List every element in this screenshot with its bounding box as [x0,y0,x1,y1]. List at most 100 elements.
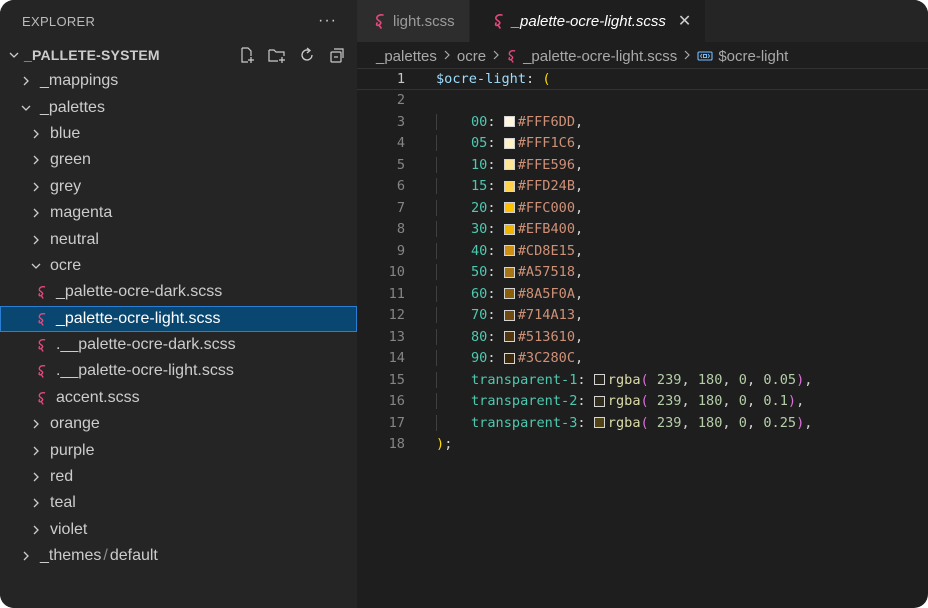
sass-file-icon [373,13,387,29]
tree-folder[interactable]: magenta [0,200,357,226]
code-line[interactable]: 16 transparent-2: rgba( 239, 180, 0, 0.1)… [357,391,928,413]
sass-file-icon [506,49,518,63]
line-number: 1 [396,70,405,87]
chevron-right-icon [28,418,44,430]
indent-guide [436,371,437,388]
code-line[interactable]: 1 $ocre-light: ( [357,68,928,90]
line-number: 11 [388,285,405,302]
tab-light-scss[interactable]: light.scss [357,0,470,42]
code-punctuation: , [575,156,584,173]
code-line[interactable]: 13 80: #513610, [357,326,928,348]
tree-folder[interactable]: _mappings [0,68,357,94]
indent-guide [436,414,437,431]
tree-folder[interactable]: neutral [0,226,357,252]
more-actions-icon[interactable]: ··· [318,12,337,30]
breadcrumb-symbol[interactable]: $ocre-light [718,48,788,65]
tree-folder[interactable]: red [0,464,357,490]
code-line[interactable]: 2 [357,90,928,112]
tab-palette-ocre-light[interactable]: _palette-ocre-light.scss ✕ [469,0,707,42]
color-swatch[interactable] [503,245,515,257]
tree-file[interactable]: _palette-ocre-dark.scss [0,279,357,305]
color-swatch[interactable] [503,202,515,214]
tab-label: _palette-ocre-light.scss [511,12,666,30]
code-punctuation: : [577,371,594,388]
color-swatch[interactable] [593,417,605,429]
tree-folder[interactable]: grey [0,174,357,200]
code-line[interactable]: 18); [357,434,928,456]
tree-folder[interactable]: _themes / default [0,543,357,569]
breadcrumb-item[interactable]: ocre [457,48,486,65]
color-swatch[interactable] [503,331,515,343]
hex-value: #513610 [517,328,576,345]
close-icon[interactable]: ✕ [678,11,691,31]
code-line[interactable]: 4 05: #FFF1C6, [357,133,928,155]
tree-file[interactable]: .__palette-ocre-dark.scss [0,332,357,358]
indent-guide [436,264,437,281]
color-swatch[interactable] [503,180,515,192]
color-swatch[interactable] [503,137,515,149]
number-literal: 0 [730,371,747,388]
code-content: 05: #FFF1C6, [436,135,583,152]
tree-folder[interactable]: _palettes [0,94,357,120]
number-literal: 180 [689,371,723,388]
tree-item-label: teal [50,494,76,512]
tree-item-label: accent.scss [56,388,140,406]
collapse-all-icon[interactable] [327,45,347,65]
map-key: transparent-3 [471,414,578,431]
code-line[interactable]: 17 transparent-3: rgba( 239, 180, 0, 0.25… [357,412,928,434]
tree-folder[interactable]: orange [0,411,357,437]
tree-item-label: .__palette-ocre-dark.scss [56,336,236,354]
tree-folder[interactable]: green [0,147,357,173]
sass-file-icon [34,337,50,353]
map-key: 90 [471,350,488,367]
color-swatch[interactable] [593,374,605,386]
tree-file[interactable]: _palette-ocre-light.scss [0,305,357,332]
indent-guide [436,328,437,345]
color-swatch[interactable] [503,159,515,171]
code-punctuation: : [487,199,504,216]
tree-folder[interactable]: violet [0,517,357,543]
indent-guide [436,307,437,324]
code-line[interactable]: 12 70: #714A13, [357,305,928,327]
code-punctuation: : [487,264,504,281]
code-line[interactable]: 15 transparent-1: rgba( 239, 180, 0, 0.05… [357,369,928,391]
color-swatch[interactable] [503,116,515,128]
color-swatch[interactable] [503,352,515,364]
color-swatch[interactable] [503,266,515,278]
color-swatch[interactable] [593,395,605,407]
code-line[interactable]: 5 10: #FFE596, [357,154,928,176]
code-line[interactable]: 10 50: #A57518, [357,262,928,284]
code-line[interactable]: 11 60: #8A5F0A, [357,283,928,305]
new-file-icon[interactable] [237,45,257,65]
refresh-icon[interactable] [297,45,317,65]
code-line[interactable]: 6 15: #FFD24B, [357,176,928,198]
tree-folder[interactable]: purple [0,437,357,463]
number-literal: 180 [689,414,723,431]
chevron-right-icon [28,471,44,483]
new-folder-icon[interactable] [267,45,287,65]
tree-folder[interactable]: teal [0,490,357,516]
code-line[interactable]: 8 30: #EFB400, [357,219,928,241]
open-paren: ( [640,371,649,388]
code-line[interactable]: 14 90: #3C280C, [357,348,928,370]
indent-guide [436,285,437,302]
tree-item-label: ocre [50,256,82,274]
workspace-root[interactable]: _PALLETE-SYSTEM [0,42,357,68]
code-editor[interactable]: 1 $ocre-light: (2 3 00: #FFF6DD, 4 05: #FFF1C… [357,68,928,608]
breadcrumb-item[interactable]: _palettes [376,48,437,65]
tree-folder[interactable]: ocre [0,253,357,279]
color-swatch[interactable] [503,223,515,235]
color-swatch[interactable] [503,288,515,300]
tree-folder[interactable]: blue [0,121,357,147]
breadcrumb-item[interactable]: _palette-ocre-light.scss [523,48,677,65]
tree-file[interactable]: .__palette-ocre-light.scss [0,358,357,384]
code-line[interactable]: 9 40: #CD8E15, [357,240,928,262]
map-key: transparent-1 [471,371,578,388]
code-punctuation: , [804,414,813,431]
code-line[interactable]: 3 00: #FFF6DD, [357,111,928,133]
tree-file[interactable]: accent.scss [0,385,357,411]
color-swatch[interactable] [503,309,515,321]
map-key: 05 [471,135,488,152]
code-line[interactable]: 7 20: #FFC000, [357,197,928,219]
code-punctuation: , [804,371,813,388]
